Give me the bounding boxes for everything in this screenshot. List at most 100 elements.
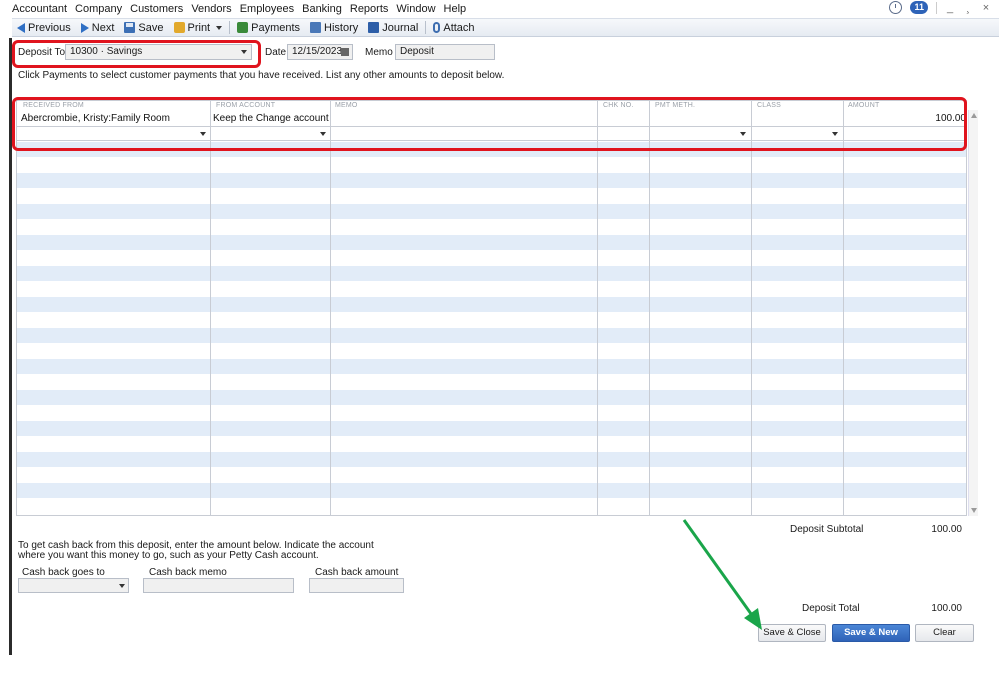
empty-row[interactable]	[17, 421, 966, 436]
journal-button[interactable]: Journal	[363, 18, 423, 37]
arrow-right-icon	[80, 22, 89, 33]
empty-row[interactable]	[17, 313, 966, 328]
empty-row[interactable]	[17, 499, 966, 514]
empty-row[interactable]	[17, 437, 966, 452]
menu-company[interactable]: Company	[71, 0, 126, 18]
cash-back-amount-field[interactable]	[309, 578, 404, 593]
chevron-down-icon	[119, 584, 125, 588]
empty-row[interactable]	[17, 251, 966, 266]
payments-label: Payments	[251, 21, 301, 34]
column-divider	[751, 101, 752, 515]
save-label: Save	[138, 21, 164, 34]
attach-label: Attach	[443, 21, 475, 34]
highlight-deposit-to	[12, 40, 261, 68]
menu-accountant[interactable]: Accountant	[0, 0, 71, 18]
next-button[interactable]: Next	[76, 18, 120, 37]
deposit-total-label: Deposit Total	[802, 603, 860, 614]
history-button[interactable]: History	[305, 18, 363, 37]
cash-back-instructions-2: where you want this money to go, such as…	[18, 550, 319, 561]
empty-row[interactable]	[17, 359, 966, 374]
arrow-left-icon	[17, 22, 25, 33]
save-new-button[interactable]: Save & New	[832, 624, 910, 642]
instructions-text: Click Payments to select customer paymen…	[18, 70, 505, 81]
empty-row[interactable]	[17, 220, 966, 235]
empty-row[interactable]	[17, 235, 966, 250]
highlight-grid-entry	[12, 97, 967, 151]
empty-row[interactable]	[17, 189, 966, 204]
column-divider	[330, 101, 331, 515]
journal-label: Journal	[382, 21, 419, 34]
toolbar-divider	[229, 21, 231, 34]
cash-back-amount-label: Cash back amount	[315, 567, 399, 578]
notification-badge[interactable]: 11	[910, 1, 928, 14]
cash-back-memo-label: Cash back memo	[149, 567, 227, 578]
divider	[936, 1, 937, 14]
previous-label: Previous	[28, 21, 71, 34]
scroll-down-icon[interactable]	[971, 508, 977, 513]
cash-back-goes-to-label: Cash back goes to	[22, 567, 105, 578]
restore-button[interactable]: ¸	[963, 2, 973, 14]
empty-row[interactable]	[17, 282, 966, 297]
payments-button[interactable]: Payments	[232, 18, 305, 37]
memo-label: Memo	[365, 47, 393, 58]
menu-help[interactable]: Help	[440, 0, 471, 18]
date-value: 12/15/2023	[292, 46, 343, 57]
cash-back-memo-field[interactable]	[143, 578, 294, 593]
empty-row[interactable]	[17, 344, 966, 359]
history-icon	[310, 22, 322, 33]
reminders-clock-icon[interactable]	[889, 1, 903, 14]
date-label: Date	[265, 47, 287, 58]
calendar-icon[interactable]	[341, 48, 349, 56]
attach-button[interactable]: Attach	[428, 18, 479, 37]
save-button[interactable]: Save	[119, 18, 168, 37]
menu-reports[interactable]: Reports	[346, 0, 393, 18]
deposit-grid: RECEIVED FROM FROM ACCOUNT MEMO CHK NO. …	[16, 100, 967, 516]
deposit-subtotal-label: Deposit Subtotal	[790, 524, 864, 535]
empty-row[interactable]	[17, 483, 966, 498]
scroll-up-icon[interactable]	[971, 113, 977, 118]
cash-back-goes-to-select[interactable]	[18, 578, 129, 593]
chevron-down-icon[interactable]	[216, 25, 223, 30]
deposit-total-value: 100.00	[931, 603, 962, 614]
printer-icon	[173, 22, 185, 33]
menu-employees[interactable]: Employees	[236, 0, 298, 18]
paperclip-icon	[433, 22, 441, 33]
memo-field[interactable]: Deposit	[395, 44, 495, 60]
grid-scrollbar[interactable]	[968, 110, 978, 516]
previous-button[interactable]: Previous	[12, 18, 76, 37]
print-label: Print	[187, 21, 211, 34]
menu-vendors[interactable]: Vendors	[187, 0, 235, 18]
payments-icon	[237, 22, 249, 33]
history-label: History	[324, 21, 359, 34]
close-button[interactable]: ×	[981, 2, 991, 14]
memo-value: Deposit	[400, 46, 434, 57]
deposit-subtotal-value: 100.00	[931, 524, 962, 535]
toolbar: Previous Next Save Print Payments Histor…	[12, 18, 999, 37]
column-divider	[597, 101, 598, 515]
empty-row[interactable]	[17, 390, 966, 405]
menu-window[interactable]: Window	[392, 0, 439, 18]
empty-row[interactable]	[17, 297, 966, 312]
clear-button[interactable]: Clear	[915, 624, 974, 642]
menu-banking[interactable]: Banking	[298, 0, 346, 18]
empty-row[interactable]	[17, 266, 966, 281]
empty-row[interactable]	[17, 452, 966, 467]
next-label: Next	[91, 21, 115, 34]
empty-row[interactable]	[17, 204, 966, 219]
empty-row[interactable]	[17, 468, 966, 483]
empty-row[interactable]	[17, 173, 966, 188]
annotation-arrow-icon	[682, 519, 762, 630]
date-field[interactable]: 12/15/2023	[287, 44, 353, 60]
column-divider	[843, 101, 844, 515]
print-button[interactable]: Print	[169, 18, 228, 37]
journal-icon	[368, 22, 380, 33]
empty-row[interactable]	[17, 375, 966, 390]
minimize-button[interactable]: _	[945, 2, 955, 14]
empty-row[interactable]	[17, 158, 966, 173]
menu-bar: Accountant Company Customers Vendors Emp…	[0, 0, 999, 18]
empty-row[interactable]	[17, 328, 966, 343]
window-controls: 11 _ ¸ ×	[889, 1, 991, 14]
empty-row[interactable]	[17, 406, 966, 421]
column-divider	[649, 101, 650, 515]
menu-customers[interactable]: Customers	[126, 0, 187, 18]
